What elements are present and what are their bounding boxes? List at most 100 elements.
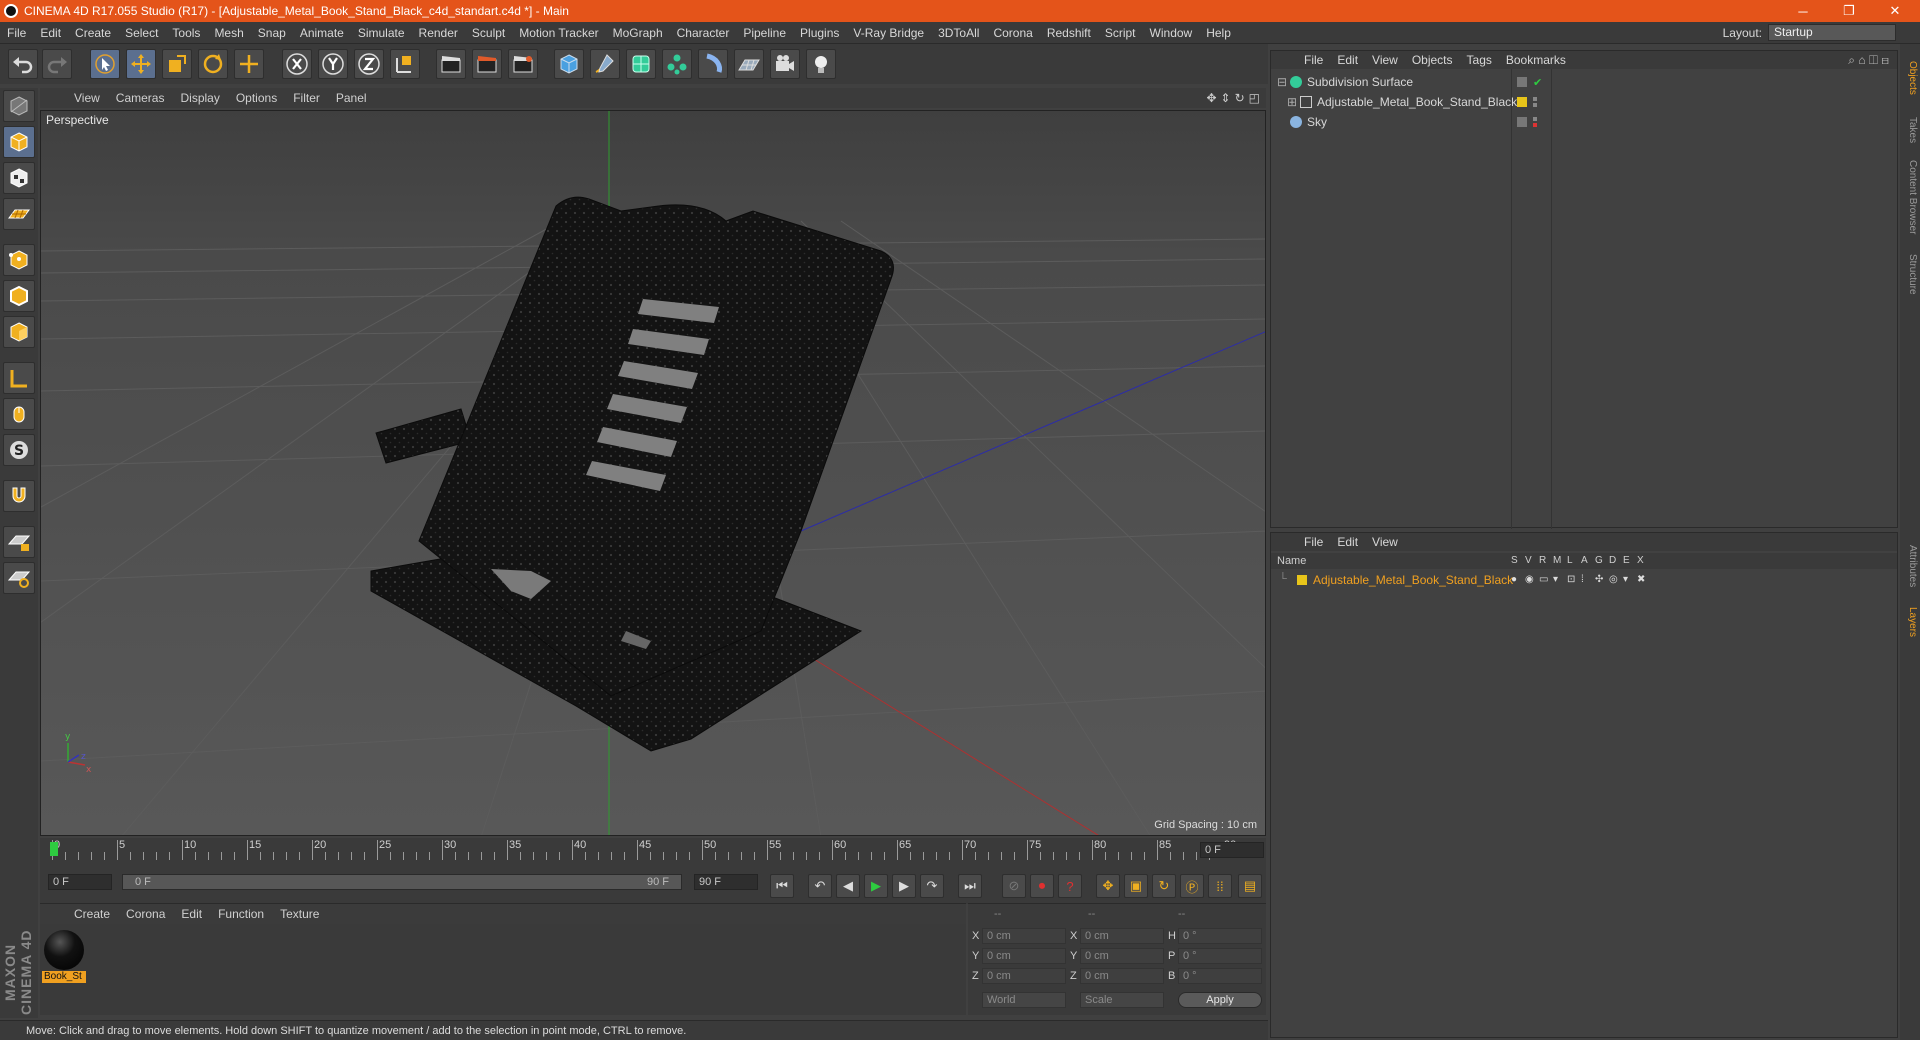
start-frame-field[interactable]: 0 F <box>48 874 112 890</box>
om-menu-edit[interactable]: Edit <box>1330 53 1365 67</box>
layout-dropdown[interactable]: Startup <box>1768 24 1896 41</box>
perspective-viewport[interactable]: y z x Perspective Grid Spacing : 10 cm <box>40 110 1266 836</box>
mograph-cloner-button[interactable] <box>662 49 692 79</box>
apply-button[interactable]: Apply <box>1178 992 1262 1008</box>
tab-content-browser[interactable]: Content Browser <box>1902 152 1918 242</box>
layer-xref-icon[interactable]: ✖ <box>1637 574 1647 585</box>
timeline-window-button[interactable]: ▤ <box>1238 874 1262 898</box>
menu-redshift[interactable]: Redshift <box>1040 26 1098 40</box>
layer-tag-icon[interactable] <box>1517 117 1527 127</box>
camera-button[interactable] <box>770 49 800 79</box>
layer-row[interactable]: └ Adjustable_Metal_Book_Stand_Black ● ◉ … <box>1271 571 1897 589</box>
pos-x-field[interactable]: 0 cm <box>982 928 1066 944</box>
points-mode-button[interactable] <box>3 244 35 276</box>
om-menu-tags[interactable]: Tags <box>1460 53 1499 67</box>
menu-tools[interactable]: Tools <box>165 26 207 40</box>
expand-icon[interactable]: ⊞ <box>1287 95 1297 109</box>
menu-3dtoall[interactable]: 3DToAll <box>931 26 986 40</box>
viewport-menu-panel[interactable]: Panel <box>328 91 375 105</box>
rot-b-field[interactable]: 0 ° <box>1178 968 1262 984</box>
lm-menu-file[interactable]: File <box>1297 535 1330 549</box>
polygons-mode-button[interactable] <box>3 316 35 348</box>
make-editable-button[interactable] <box>3 90 35 122</box>
layer-generators-icon[interactable]: ✣ <box>1595 574 1605 585</box>
size-y-field[interactable]: 0 cm <box>1080 948 1164 964</box>
material-menu-create[interactable]: Create <box>66 907 118 921</box>
layer-column-header[interactable]: D <box>1609 555 1616 566</box>
material-menu-corona[interactable]: Corona <box>118 907 173 921</box>
menu-vray-bridge[interactable]: V-Ray Bridge <box>846 26 931 40</box>
close-button[interactable]: ✕ <box>1872 0 1918 22</box>
menu-create[interactable]: Create <box>68 26 118 40</box>
rot-p-field[interactable]: 0 ° <box>1178 948 1262 964</box>
menu-motion-tracker[interactable]: Motion Tracker <box>512 26 605 40</box>
undo-button[interactable] <box>8 49 38 79</box>
render-region-button[interactable] <box>472 49 502 79</box>
goto-end-button[interactable]: ⏭ <box>958 874 982 898</box>
coord-mode-dropdown[interactable]: World <box>982 992 1066 1008</box>
z-axis-button[interactable] <box>354 49 384 79</box>
live-selection-button[interactable] <box>90 49 120 79</box>
floor-button[interactable] <box>734 49 764 79</box>
layer-manager-icon[interactable]: ▾ <box>1553 574 1563 585</box>
layer-tag-icon[interactable] <box>1517 77 1527 87</box>
current-frame-field[interactable]: 0 F <box>1200 842 1264 858</box>
menu-help[interactable]: Help <box>1199 26 1238 40</box>
layer-column-header[interactable]: G <box>1595 555 1603 566</box>
tab-layers[interactable]: Layers <box>1902 600 1918 644</box>
rot-h-field[interactable]: 0 ° <box>1178 928 1262 944</box>
pen-spline-button[interactable] <box>590 49 620 79</box>
key-pla-button[interactable]: ⁞⁞ <box>1208 874 1232 898</box>
x-axis-button[interactable] <box>282 49 312 79</box>
layer-column-header[interactable]: S <box>1511 555 1518 566</box>
menu-select[interactable]: Select <box>118 26 165 40</box>
play-button[interactable]: ▶ <box>864 874 888 898</box>
material-menu-function[interactable]: Function <box>210 907 272 921</box>
deformer-button[interactable] <box>698 49 728 79</box>
visibility-dots-icon[interactable] <box>1533 117 1537 127</box>
rotate-tool-button[interactable] <box>198 49 228 79</box>
lm-menu-view[interactable]: View <box>1365 535 1405 549</box>
layer-column-header[interactable]: M <box>1553 555 1561 566</box>
redo-button[interactable] <box>42 49 72 79</box>
menu-file[interactable]: File <box>0 26 33 40</box>
om-menu-objects[interactable]: Objects <box>1405 53 1460 67</box>
menu-simulate[interactable]: Simulate <box>351 26 412 40</box>
object-row-subdivision[interactable]: ⊟ Subdivision Surface ✔ <box>1271 73 1899 91</box>
pan-icon[interactable]: ✥ <box>1206 91 1216 105</box>
workplane-mode-button[interactable] <box>3 198 35 230</box>
menu-window[interactable]: Window <box>1143 26 1200 40</box>
tab-takes[interactable]: Takes <box>1902 108 1918 152</box>
tab-structure[interactable]: Structure <box>1902 244 1918 304</box>
light-button[interactable] <box>806 49 836 79</box>
frame-range-slider[interactable]: 0 F 90 F <box>122 874 682 890</box>
tab-attributes[interactable]: Attributes <box>1902 534 1918 598</box>
key-param-button[interactable]: Ⓟ <box>1180 874 1204 898</box>
end-frame-field[interactable]: 90 F <box>694 874 758 890</box>
layer-animation-icon[interactable]: ⁞ <box>1581 574 1591 585</box>
y-axis-button[interactable] <box>318 49 348 79</box>
menu-render[interactable]: Render <box>412 26 465 40</box>
pos-y-field[interactable]: 0 cm <box>982 948 1066 964</box>
coordinate-system-button[interactable] <box>390 49 420 79</box>
minimize-button[interactable]: ─ <box>1780 0 1826 22</box>
snapping-button[interactable]: S <box>3 434 35 466</box>
workplane-lock-button[interactable] <box>3 526 35 558</box>
viewport-menu-options[interactable]: Options <box>228 91 285 105</box>
material-swatch[interactable]: Book_St <box>42 928 86 983</box>
layer-column-header[interactable]: X <box>1637 555 1644 566</box>
tab-objects[interactable]: Objects <box>1902 54 1918 102</box>
recent-tool-button[interactable] <box>234 49 264 79</box>
subdivision-button[interactable] <box>626 49 656 79</box>
om-menu-bookmarks[interactable]: Bookmarks <box>1499 53 1573 67</box>
texture-mode-button[interactable] <box>3 162 35 194</box>
cube-button[interactable] <box>554 49 584 79</box>
key-motion-button[interactable]: ⊘ <box>1002 874 1026 898</box>
timeline-ruler[interactable]: 051015202530354045505560657075808590 0 F <box>40 838 1266 862</box>
menu-corona[interactable]: Corona <box>986 26 1039 40</box>
layer-render-icon[interactable]: ▭ <box>1539 574 1549 585</box>
orbit-icon[interactable]: ↻ <box>1235 91 1245 105</box>
size-mode-dropdown[interactable]: Scale <box>1080 992 1164 1008</box>
render-view-button[interactable] <box>436 49 466 79</box>
layer-view-icon[interactable]: ◉ <box>1525 574 1535 585</box>
